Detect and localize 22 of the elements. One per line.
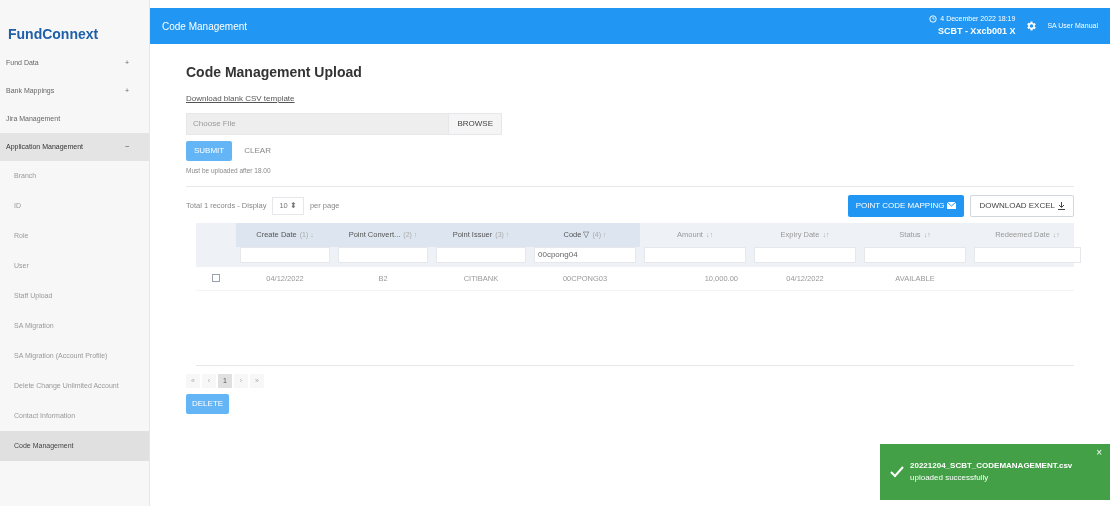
file-placeholder: Choose File — [192, 118, 237, 130]
toast-file-name: 20221204_SCBT_CODEMANAGEMENT.csv — [910, 460, 1073, 472]
file-field[interactable]: Choose File BROWSE — [186, 113, 502, 135]
toast-message: uploaded successfully — [910, 472, 990, 484]
clear-button[interactable]: CLEAR — [240, 141, 275, 161]
section-title: Code Management Upload — [186, 63, 363, 82]
page-title: Code Management — [162, 19, 248, 34]
browse-button[interactable]: BROWSE — [448, 114, 501, 134]
template-link[interactable]: Download blank CSV template — [186, 93, 295, 105]
point-code-mapping-button[interactable]: POINT CODE MAPPING — [847, 194, 965, 217]
settings-icon[interactable] — [1025, 20, 1038, 32]
submit-button[interactable]: SUBMIT — [186, 141, 233, 161]
mail-icon — [947, 202, 957, 210]
download-excel-button[interactable]: DOWNLOAD EXCEL — [970, 194, 1074, 217]
download-icon — [1058, 201, 1065, 210]
company-name: SCBT - Xxcb001 X — [937, 24, 1016, 38]
row-checkbox[interactable] — [212, 274, 220, 283]
clock-icon — [929, 15, 938, 24]
check-icon — [890, 466, 904, 478]
close-button[interactable]: × — [1096, 448, 1102, 458]
brand-title: FundConnext — [7, 25, 100, 44]
delete-button[interactable]: DELETE — [186, 393, 230, 414]
